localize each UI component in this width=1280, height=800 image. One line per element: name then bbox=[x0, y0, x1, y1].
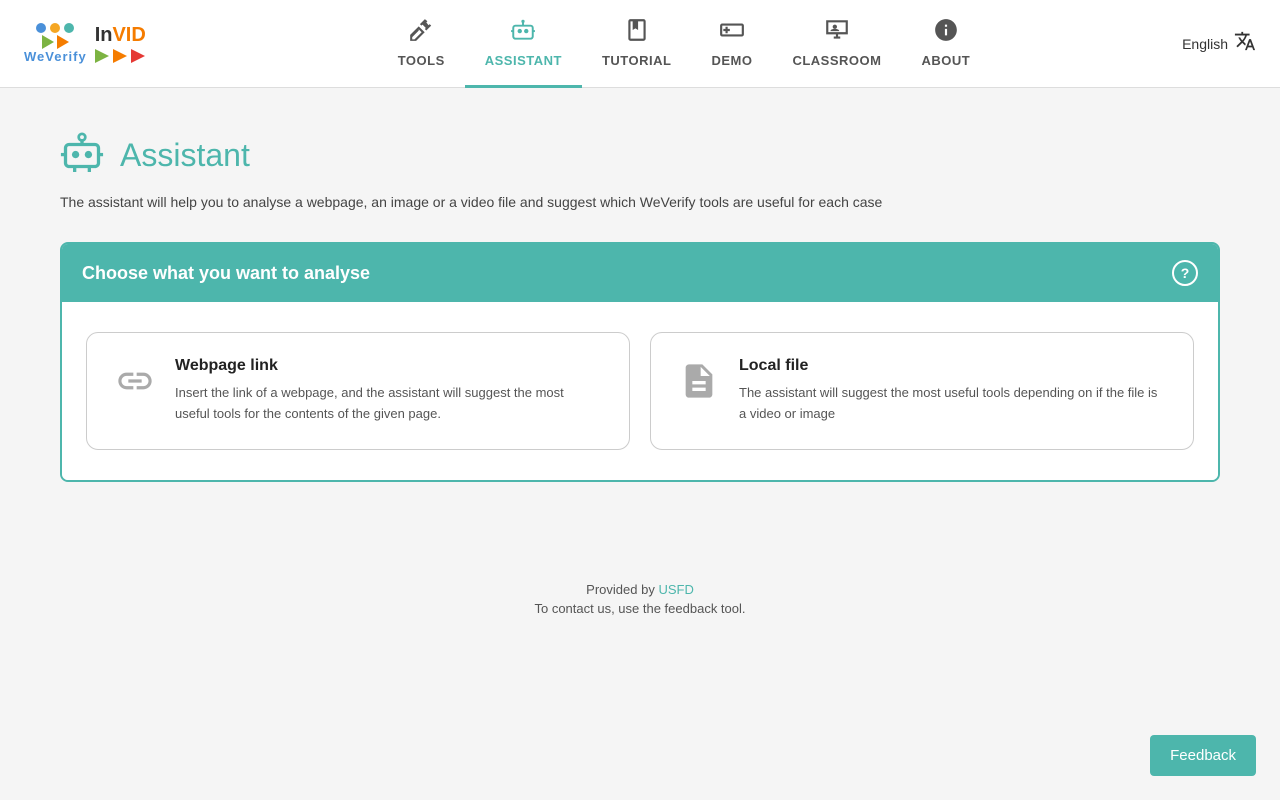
nav-demo-label: DEMO bbox=[711, 53, 752, 68]
dot-teal bbox=[64, 23, 74, 33]
main-nav: TOOLS ASSISTANT TUTORIAL bbox=[186, 0, 1182, 88]
page-title-area: Assistant bbox=[60, 128, 1220, 182]
nav-classroom[interactable]: CLASSROOM bbox=[772, 0, 901, 88]
main-content: Assistant The assistant will help you to… bbox=[0, 88, 1280, 522]
nav-about-label: ABOUT bbox=[921, 53, 970, 68]
usfd-link[interactable]: USFD bbox=[658, 582, 693, 597]
nav-about[interactable]: ABOUT bbox=[901, 0, 990, 88]
webpage-option[interactable]: Webpage link Insert the link of a webpag… bbox=[86, 332, 630, 450]
footer-provided: Provided by USFD bbox=[0, 582, 1280, 597]
weverify-logo: WeVerify bbox=[24, 23, 87, 64]
tri-green bbox=[42, 35, 54, 49]
invid-arrows bbox=[95, 49, 146, 63]
card-body: Webpage link Insert the link of a webpag… bbox=[62, 302, 1218, 480]
demo-icon bbox=[719, 17, 745, 49]
file-icon bbox=[679, 361, 719, 409]
tri-orange bbox=[57, 35, 69, 49]
nav-assistant[interactable]: ASSISTANT bbox=[465, 0, 582, 88]
webpage-option-title: Webpage link bbox=[175, 357, 601, 375]
language-label: English bbox=[1182, 36, 1228, 52]
nav-tutorial-label: TUTORIAL bbox=[602, 53, 671, 68]
invid-in: In bbox=[95, 24, 113, 46]
logo-triangles bbox=[42, 35, 69, 49]
language-icon bbox=[1234, 30, 1256, 58]
invid-vid: VID bbox=[112, 24, 145, 46]
dot-blue bbox=[36, 23, 46, 33]
site-header: WeVerify InVID TOOLS bbox=[0, 0, 1280, 88]
page-robot-icon bbox=[60, 128, 104, 182]
logo-dots bbox=[36, 23, 74, 33]
page-subtitle: The assistant will help you to analyse a… bbox=[60, 194, 1220, 210]
dot-orange bbox=[50, 23, 60, 33]
weverify-text: WeVerify bbox=[24, 49, 87, 64]
assistant-icon bbox=[510, 17, 536, 49]
analyse-card: Choose what you want to analyse ? Webpag… bbox=[60, 242, 1220, 482]
logo-area: WeVerify InVID bbox=[24, 23, 146, 64]
nav-tools-label: TOOLS bbox=[398, 53, 445, 68]
tutorial-icon bbox=[624, 17, 650, 49]
card-header: Choose what you want to analyse ? bbox=[62, 244, 1218, 302]
nav-tools[interactable]: TOOLS bbox=[378, 0, 465, 88]
nav-demo[interactable]: DEMO bbox=[691, 0, 772, 88]
language-selector[interactable]: English bbox=[1182, 30, 1256, 58]
tools-icon bbox=[408, 17, 434, 49]
localfile-option-title: Local file bbox=[739, 357, 1165, 375]
page-footer: Provided by USFD To contact us, use the … bbox=[0, 522, 1280, 640]
card-header-title: Choose what you want to analyse bbox=[82, 263, 370, 284]
nav-assistant-label: ASSISTANT bbox=[485, 53, 562, 68]
page-title: Assistant bbox=[120, 137, 250, 174]
localfile-option-content: Local file The assistant will suggest th… bbox=[739, 357, 1165, 425]
help-label: ? bbox=[1181, 265, 1190, 281]
footer-provided-text: Provided by bbox=[586, 582, 658, 597]
invid-text: InVID bbox=[95, 24, 146, 47]
nav-classroom-label: CLASSROOM bbox=[792, 53, 881, 68]
help-button[interactable]: ? bbox=[1172, 260, 1198, 286]
nav-tutorial[interactable]: TUTORIAL bbox=[582, 0, 691, 88]
webpage-option-content: Webpage link Insert the link of a webpag… bbox=[175, 357, 601, 425]
chain-link-icon bbox=[115, 361, 155, 409]
localfile-option[interactable]: Local file The assistant will suggest th… bbox=[650, 332, 1194, 450]
localfile-option-desc: The assistant will suggest the most usef… bbox=[739, 383, 1165, 425]
webpage-option-desc: Insert the link of a webpage, and the as… bbox=[175, 383, 601, 425]
feedback-button[interactable]: Feedback bbox=[1150, 735, 1256, 776]
classroom-icon bbox=[824, 17, 850, 49]
footer-contact: To contact us, use the feedback tool. bbox=[0, 601, 1280, 616]
invid-logo: InVID bbox=[95, 24, 146, 63]
invid-arrows-svg bbox=[95, 49, 145, 63]
about-icon bbox=[933, 17, 959, 49]
